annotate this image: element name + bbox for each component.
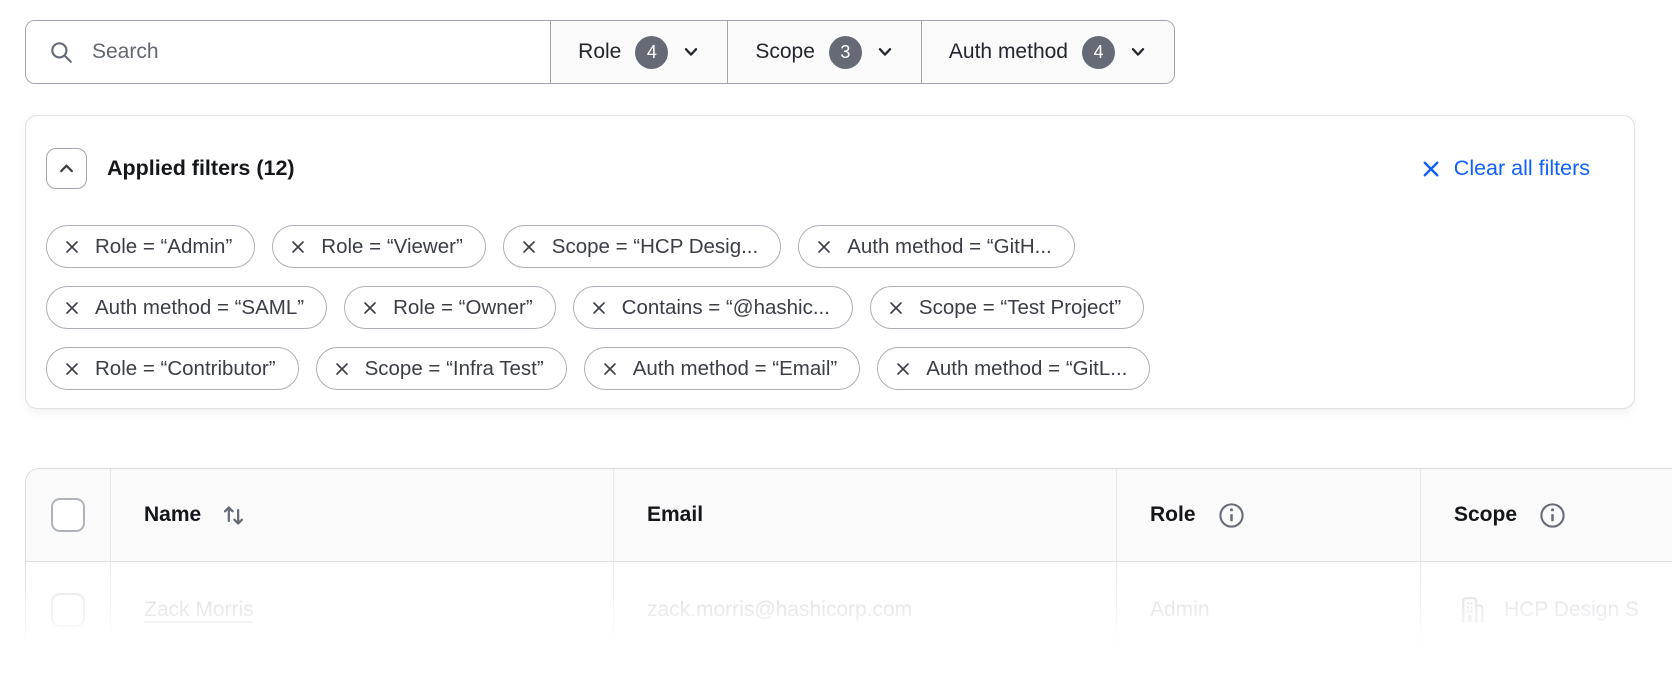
filter-chip-contains-hashicorp[interactable]: Contains = “@hashic... <box>573 286 853 329</box>
filter-chips: Role = “Admin” Role = “Viewer” Scope = “… <box>46 225 1590 390</box>
remove-filter-icon <box>64 239 80 255</box>
filter-chip-label: Auth method = “GitL... <box>926 357 1127 381</box>
dropdown-auth-method-count-badge: 4 <box>1082 36 1115 69</box>
filter-chip-role-contributor[interactable]: Role = “Contributor” <box>46 347 299 390</box>
sort-icon <box>221 502 246 529</box>
dropdown-scope-label: Scope <box>755 40 815 64</box>
remove-filter-icon <box>895 361 911 377</box>
filter-chip-role-admin[interactable]: Role = “Admin” <box>46 225 255 268</box>
header-select-cell <box>26 469 110 561</box>
row-select-cell <box>26 562 110 658</box>
applied-filters-title: Applied filters (12) <box>107 156 295 181</box>
row-checkbox[interactable] <box>51 593 85 627</box>
dropdown-role-label: Role <box>578 40 621 64</box>
clear-all-filters-label: Clear all filters <box>1454 156 1590 181</box>
info-icon[interactable] <box>1537 500 1568 531</box>
remove-filter-icon <box>334 361 350 377</box>
search-field[interactable] <box>26 21 550 83</box>
table-row: Zack Morris zack.morris@hashicorp.com Ad… <box>26 562 1672 658</box>
filter-chip-label: Auth method = “Email” <box>633 357 838 381</box>
select-all-checkbox[interactable] <box>51 498 85 532</box>
filter-chip-scope-infra-test[interactable]: Scope = “Infra Test” <box>316 347 567 390</box>
remove-filter-icon <box>816 239 832 255</box>
filter-chip-label: Role = “Admin” <box>95 235 232 259</box>
header-name-cell: Name <box>110 469 613 561</box>
user-scope: HCP Design S <box>1504 598 1639 622</box>
applied-filters-panel: Applied filters (12) Clear all filters R… <box>25 115 1635 409</box>
header-scope-cell: Scope <box>1420 469 1672 561</box>
dropdown-auth-method[interactable]: Auth method 4 <box>921 21 1174 83</box>
chevron-down-icon <box>682 43 700 61</box>
row-email-cell: zack.morris@hashicorp.com <box>613 562 1116 658</box>
chevron-down-icon <box>1129 43 1147 61</box>
filter-chip-label: Scope = “Infra Test” <box>365 357 544 381</box>
remove-filter-icon <box>521 239 537 255</box>
info-icon[interactable] <box>1216 500 1247 531</box>
filter-chip-label: Contains = “@hashic... <box>622 296 830 320</box>
row-scope-cell: HCP Design S <box>1420 562 1672 658</box>
chevron-down-icon <box>876 43 894 61</box>
column-header-role: Role <box>1150 503 1196 527</box>
users-table: Name Email Role <box>25 468 1672 658</box>
sort-by-name-button[interactable]: Name <box>144 502 246 529</box>
search-input[interactable] <box>90 39 528 65</box>
filter-chip-auth-method-email[interactable]: Auth method = “Email” <box>584 347 861 390</box>
collapse-filters-button[interactable] <box>46 148 87 189</box>
filter-chip-auth-method-gitlab[interactable]: Auth method = “GitL... <box>877 347 1150 390</box>
remove-filter-icon <box>64 300 80 316</box>
chevron-up-icon <box>57 159 76 178</box>
org-icon <box>1454 592 1490 628</box>
filter-chip-label: Scope = “HCP Desig... <box>552 235 758 259</box>
filter-chip-auth-method-saml[interactable]: Auth method = “SAML” <box>46 286 327 329</box>
column-header-scope: Scope <box>1454 503 1517 527</box>
user-name-link[interactable]: Zack Morris <box>144 598 254 622</box>
dropdown-role[interactable]: Role 4 <box>550 21 727 83</box>
filter-chip-label: Auth method = “GitH... <box>847 235 1052 259</box>
column-header-email: Email <box>647 503 703 527</box>
filter-chip-label: Auth method = “SAML” <box>95 296 304 320</box>
clear-filters-icon <box>1421 159 1441 179</box>
clear-all-filters-link[interactable]: Clear all filters <box>1421 156 1590 181</box>
dropdown-scope-count-badge: 3 <box>829 36 862 69</box>
remove-filter-icon <box>290 239 306 255</box>
filter-chip-auth-method-github[interactable]: Auth method = “GitH... <box>798 225 1075 268</box>
search-icon <box>48 39 74 65</box>
filter-chip-role-viewer[interactable]: Role = “Viewer” <box>272 225 485 268</box>
filter-chip-label: Role = “Contributor” <box>95 357 276 381</box>
remove-filter-icon <box>602 361 618 377</box>
column-header-name: Name <box>144 503 201 527</box>
filter-chip-label: Scope = “Test Project” <box>919 296 1121 320</box>
remove-filter-icon <box>591 300 607 316</box>
header-email-cell: Email <box>613 469 1116 561</box>
filter-toolbar: Role 4 Scope 3 Auth method 4 <box>25 20 1175 84</box>
remove-filter-icon <box>64 361 80 377</box>
header-role-cell: Role <box>1116 469 1420 561</box>
remove-filter-icon <box>888 300 904 316</box>
user-email: zack.morris@hashicorp.com <box>647 598 912 622</box>
filter-chip-label: Role = “Viewer” <box>321 235 462 259</box>
row-role-cell: Admin <box>1116 562 1420 658</box>
table-header-row: Name Email Role <box>26 469 1672 562</box>
remove-filter-icon <box>362 300 378 316</box>
dropdown-role-count-badge: 4 <box>635 36 668 69</box>
row-name-cell: Zack Morris <box>110 562 613 658</box>
filter-chip-row: Role = “Admin” Role = “Viewer” Scope = “… <box>46 225 1590 268</box>
filter-chip-label: Role = “Owner” <box>393 296 533 320</box>
filter-chip-row: Role = “Contributor” Scope = “Infra Test… <box>46 347 1590 390</box>
filter-chip-scope-test-project[interactable]: Scope = “Test Project” <box>870 286 1144 329</box>
applied-filters-header: Applied filters (12) Clear all filters <box>46 148 1590 189</box>
filter-chip-row: Auth method = “SAML” Role = “Owner” Cont… <box>46 286 1590 329</box>
dropdown-auth-method-label: Auth method <box>949 40 1068 64</box>
filter-chip-role-owner[interactable]: Role = “Owner” <box>344 286 556 329</box>
dropdown-scope[interactable]: Scope 3 <box>727 21 921 83</box>
user-role: Admin <box>1150 598 1210 622</box>
filter-chip-scope-hcp-design[interactable]: Scope = “HCP Desig... <box>503 225 781 268</box>
